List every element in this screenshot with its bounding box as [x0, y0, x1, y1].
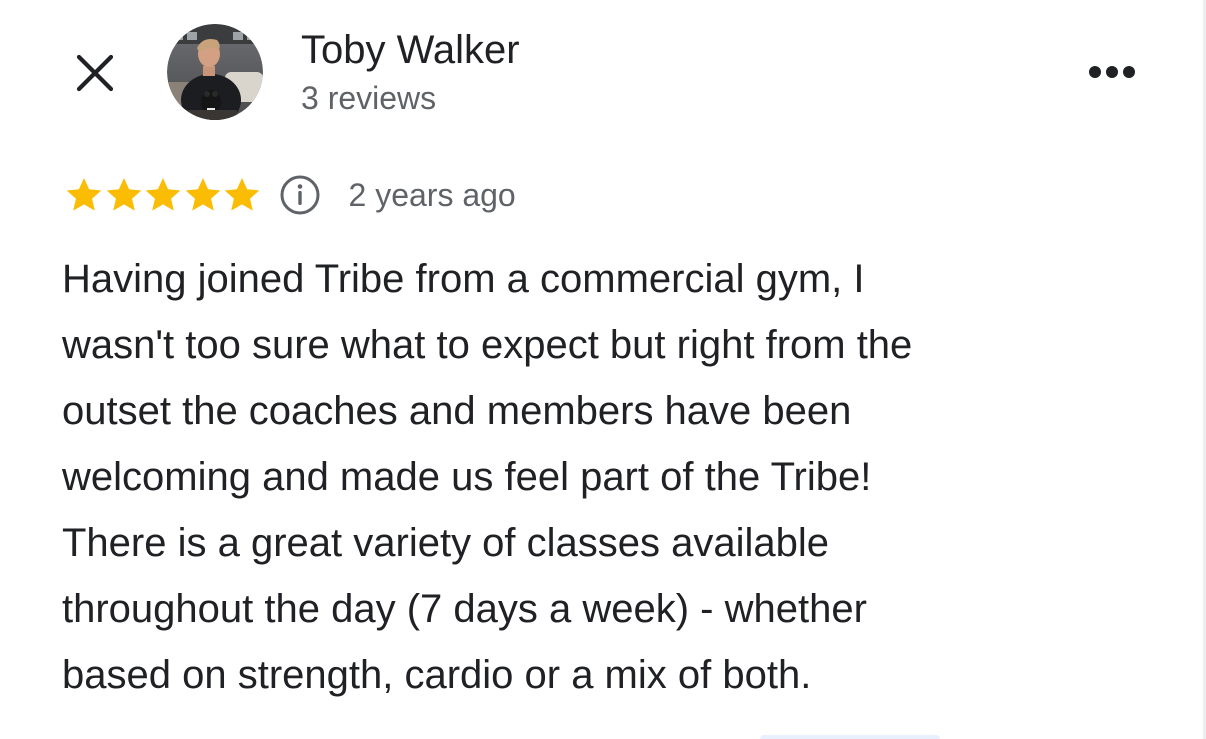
reviewer-name[interactable]: Toby Walker [301, 28, 520, 73]
reviewer-review-count: 3 reviews [301, 80, 437, 116]
rating-row: 2 years ago [64, 172, 516, 218]
close-button[interactable] [70, 48, 120, 98]
more-horiz-icon [1089, 66, 1135, 78]
star-icon [185, 178, 220, 211]
review-date: 2 years ago [348, 176, 516, 213]
reviewer-avatar-photo [167, 24, 263, 120]
star-icon [106, 178, 141, 211]
star-rating [64, 175, 262, 215]
close-icon [76, 54, 114, 92]
next-content-hint [760, 735, 940, 739]
more-options-button[interactable] [1080, 52, 1144, 92]
review-text: Having joined Tribe from a commercial gy… [62, 257, 913, 697]
star-icon [145, 178, 181, 211]
star-icon [224, 178, 260, 211]
star-icon [66, 178, 102, 211]
avatar[interactable] [167, 24, 263, 120]
rating-info-button[interactable] [278, 173, 322, 217]
info-icon [280, 175, 319, 215]
